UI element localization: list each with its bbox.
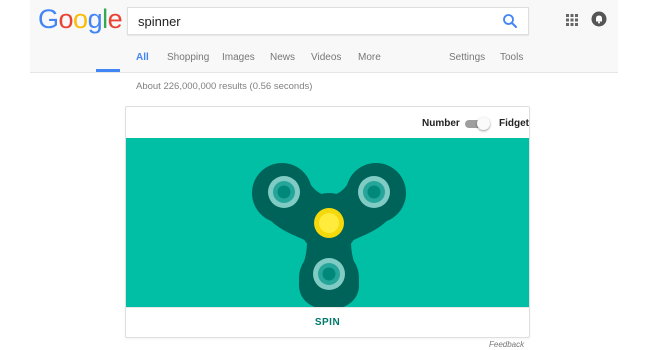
logo-letter: o <box>58 4 74 34</box>
results-stats: About 226,000,000 results (0.56 seconds) <box>136 81 313 92</box>
search-query[interactable]: spinner <box>138 14 181 29</box>
spinner-stage[interactable] <box>126 138 529 307</box>
tab-videos[interactable]: Videos <box>311 52 341 63</box>
tab-all[interactable]: All <box>136 52 149 63</box>
google-logo[interactable]: Google <box>38 4 123 35</box>
toggle-label-number[interactable]: Number <box>422 118 460 129</box>
toggle-knob[interactable] <box>477 117 490 130</box>
fidget-spinner-icon[interactable] <box>126 138 529 307</box>
logo-letter: G <box>38 4 59 34</box>
logo-letter: e <box>107 4 123 34</box>
header: Google spinner All Shopping Images News … <box>30 0 618 73</box>
tab-shopping[interactable]: Shopping <box>167 52 209 63</box>
logo-letter: g <box>87 4 103 34</box>
tab-more[interactable]: More <box>358 52 381 63</box>
tab-images[interactable]: Images <box>222 52 255 63</box>
toggle-label-fidget[interactable]: Fidget <box>499 118 529 129</box>
search-input[interactable]: spinner <box>127 7 529 35</box>
feedback-link[interactable]: Feedback <box>489 340 524 349</box>
logo-letter: o <box>73 4 88 34</box>
spin-button[interactable]: SPIN <box>126 307 529 337</box>
tab-settings[interactable]: Settings <box>449 52 485 63</box>
search-icon[interactable] <box>502 13 518 29</box>
tab-news[interactable]: News <box>270 52 295 63</box>
spinner-widget: Number Fidget SPIN <box>125 106 530 338</box>
notifications-icon[interactable] <box>591 11 607 27</box>
apps-grid-icon[interactable] <box>565 13 579 27</box>
tab-tools[interactable]: Tools <box>500 52 523 63</box>
active-tab-indicator <box>96 69 120 72</box>
mode-toggle-row: Number Fidget <box>126 107 529 139</box>
